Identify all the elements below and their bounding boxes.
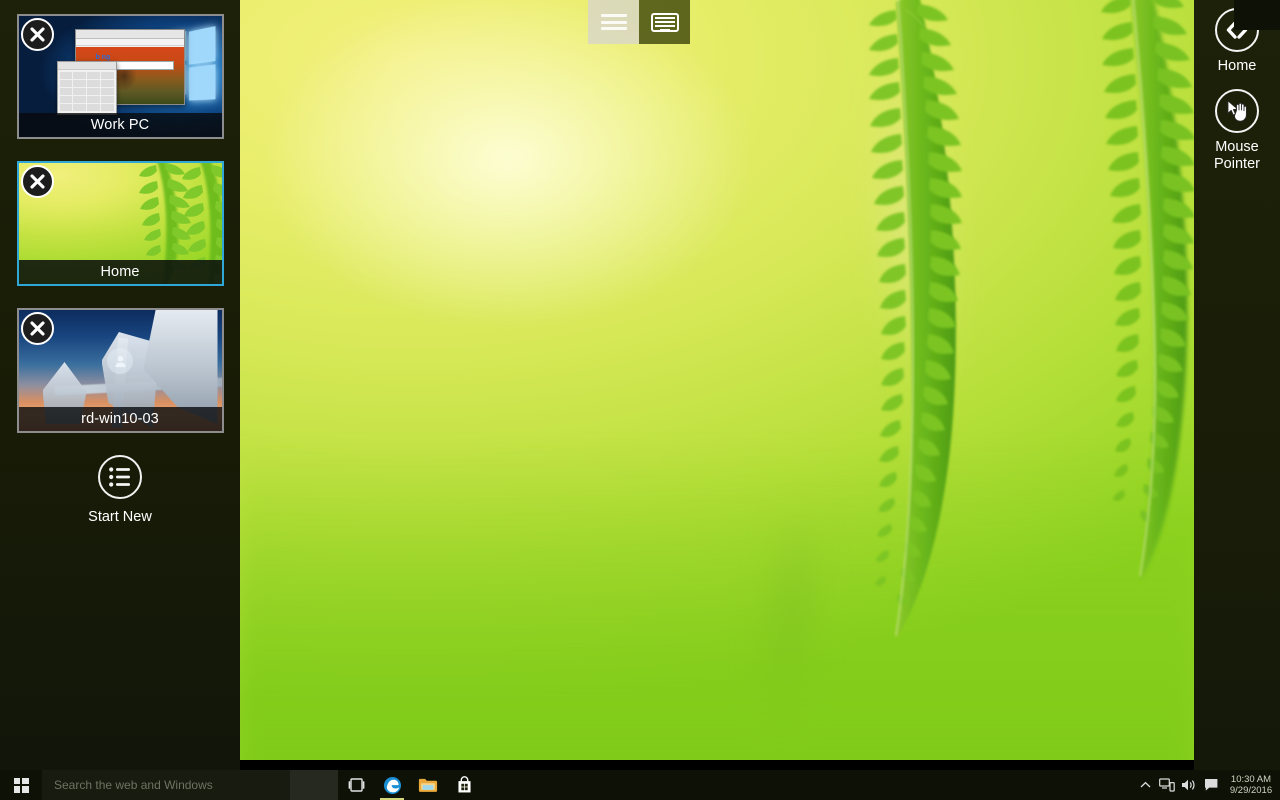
session-toolbar xyxy=(588,0,690,44)
list-menu-icon xyxy=(98,455,142,499)
network-button[interactable] xyxy=(1156,770,1178,800)
screen: b ng Work PC xyxy=(0,0,1280,800)
clock-time: 10:30 AM xyxy=(1231,774,1271,785)
wallpaper-glow xyxy=(240,0,851,395)
hamburger-menu-icon xyxy=(601,14,627,30)
network-icon xyxy=(1159,778,1175,792)
taskbar-hover-highlight xyxy=(290,770,338,800)
tool-home-label: Home xyxy=(1218,58,1257,75)
speaker-icon xyxy=(1181,778,1197,792)
start-new-button[interactable]: Start New xyxy=(17,455,224,525)
keyboard-toggle-button[interactable] xyxy=(639,0,690,44)
connection-card-rd-win10-03[interactable]: rd-win10-03 xyxy=(17,308,224,433)
windows-logo-icon xyxy=(14,778,29,793)
volume-button[interactable] xyxy=(1178,770,1200,800)
mouse-pointer-hand-icon xyxy=(1215,89,1259,133)
folder-icon xyxy=(418,777,438,793)
search-placeholder: Search the web and Windows xyxy=(54,778,213,792)
remote-desktop-viewport[interactable] xyxy=(240,0,1194,760)
action-center-icon xyxy=(1204,778,1219,792)
task-view-icon xyxy=(348,778,365,792)
close-connection-button[interactable] xyxy=(21,18,54,51)
close-icon xyxy=(29,173,46,190)
connection-name: rd-win10-03 xyxy=(19,407,222,431)
close-icon xyxy=(29,320,46,337)
tool-mouse-pointer-label: MousePointer xyxy=(1214,139,1260,173)
taskbar-right-fill xyxy=(1234,0,1280,30)
hamburger-menu-button[interactable] xyxy=(588,0,639,44)
tools-panel: Home MousePointer xyxy=(1194,0,1280,770)
connection-card-work-pc[interactable]: b ng Work PC xyxy=(17,14,224,139)
system-tray xyxy=(1134,770,1222,800)
clock[interactable]: 10:30 AM 9/29/2016 xyxy=(1222,770,1280,800)
close-icon xyxy=(29,26,46,43)
user-account-icon xyxy=(107,348,133,374)
close-connection-button[interactable] xyxy=(21,165,54,198)
edge-icon xyxy=(383,776,402,795)
start-new-label: Start New xyxy=(88,509,152,525)
keyboard-icon xyxy=(651,13,679,32)
tool-mouse-pointer[interactable]: MousePointer xyxy=(1194,89,1280,173)
edge-button[interactable] xyxy=(374,770,410,800)
start-button[interactable] xyxy=(0,770,42,800)
action-center-button[interactable] xyxy=(1200,770,1222,800)
store-bag-icon xyxy=(456,776,473,794)
tool-label-line2: Pointer xyxy=(1214,156,1260,172)
wallpaper-fern-right xyxy=(1000,0,1194,720)
clock-date: 9/29/2016 xyxy=(1230,785,1272,796)
connection-name: Work PC xyxy=(19,113,222,137)
task-view-button[interactable] xyxy=(338,770,374,800)
search-input[interactable]: Search the web and Windows xyxy=(42,770,290,800)
connections-panel: b ng Work PC xyxy=(0,0,240,770)
tool-label-line1: Mouse xyxy=(1215,139,1259,155)
chevron-up-icon xyxy=(1140,781,1151,789)
file-explorer-button[interactable] xyxy=(410,770,446,800)
connection-card-home[interactable]: Home xyxy=(17,161,224,286)
thumbnail-calculator-window xyxy=(57,61,117,115)
show-hidden-icons-button[interactable] xyxy=(1134,770,1156,800)
connection-name: Home xyxy=(19,260,222,284)
close-connection-button[interactable] xyxy=(21,312,54,345)
windows-taskbar: Search the web and Windows xyxy=(0,770,1280,800)
store-button[interactable] xyxy=(446,770,482,800)
